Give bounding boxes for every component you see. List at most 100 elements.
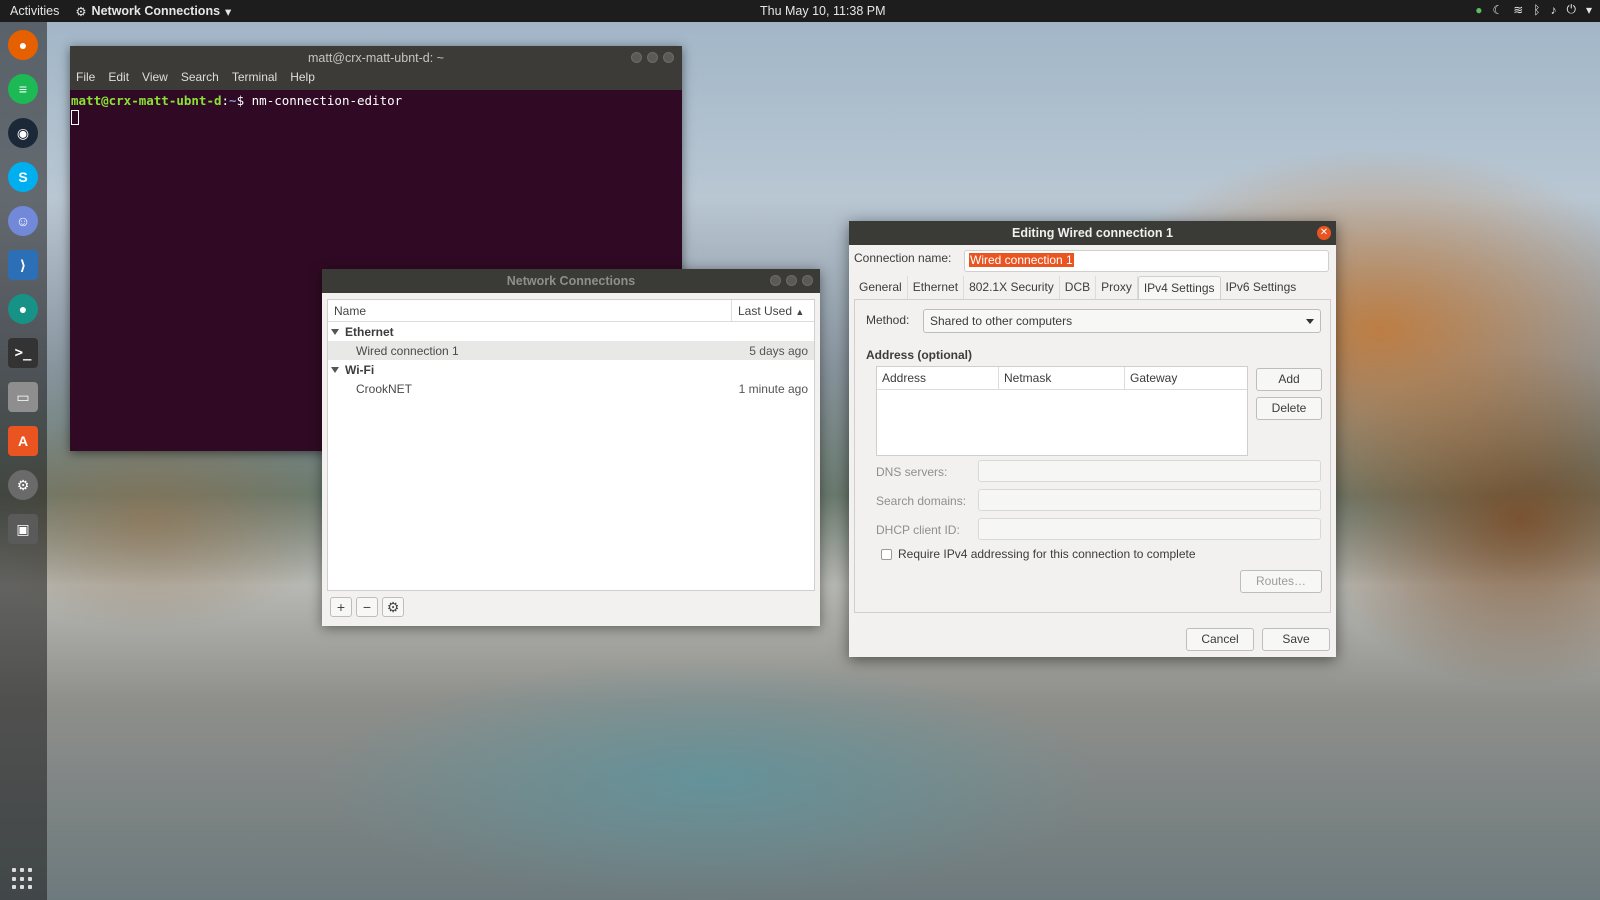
wifi-icon[interactable]: ≋ bbox=[1513, 3, 1523, 17]
clock[interactable]: Thu May 10, 11:38 PM bbox=[760, 4, 886, 18]
connections-list-header: Name Last Used ▲ bbox=[328, 300, 814, 322]
connections-toolbar: + − ⚙ bbox=[330, 597, 404, 617]
firefox-icon[interactable]: ● bbox=[8, 30, 38, 60]
group-label: Wi-Fi bbox=[345, 362, 375, 377]
tab-ipv4-settings[interactable]: IPv4 Settings bbox=[1137, 276, 1221, 299]
menu-file[interactable]: File bbox=[76, 70, 95, 90]
system-tray[interactable]: ● ☾ ≋ ᛒ ♪ ⏻ ▾ bbox=[1475, 2, 1592, 17]
tab-ipv6-settings[interactable]: IPv6 Settings bbox=[1221, 276, 1302, 299]
edit-connection-button[interactable]: ⚙ bbox=[382, 597, 404, 617]
software-center-icon[interactable]: A bbox=[8, 426, 38, 456]
dock: ● ≡ ◉ S ☺ ⟩ ● >_ ▭ A ⚙ ▣ bbox=[0, 22, 47, 900]
address-table[interactable]: Address Netmask Gateway bbox=[876, 366, 1248, 456]
search-domains-label: Search domains: bbox=[876, 494, 967, 508]
chevron-down-icon[interactable]: ▾ bbox=[1586, 3, 1592, 17]
menu-help[interactable]: Help bbox=[290, 70, 315, 90]
maximize-icon[interactable] bbox=[647, 52, 658, 63]
show-applications-icon[interactable] bbox=[12, 868, 34, 890]
add-connection-button[interactable]: + bbox=[330, 597, 352, 617]
settings-tabs: General Ethernet 802.1X Security DCB Pro… bbox=[854, 276, 1331, 300]
connection-name: Wired connection 1 bbox=[356, 343, 459, 358]
connection-name-value: Wired connection 1 bbox=[969, 253, 1074, 267]
method-value: Shared to other computers bbox=[930, 314, 1073, 328]
require-ipv4-checkbox-row[interactable]: Require IPv4 addressing for this connect… bbox=[881, 547, 1196, 561]
add-address-button[interactable]: Add bbox=[1256, 368, 1322, 391]
remove-connection-button[interactable]: − bbox=[356, 597, 378, 617]
terminal-title: matt@crx-matt-ubnt-d: ~ bbox=[308, 51, 444, 65]
search-domains-input[interactable] bbox=[978, 489, 1321, 511]
network-icon: ⚙ bbox=[75, 4, 87, 19]
list-item[interactable]: Wired connection 1 5 days ago bbox=[328, 341, 814, 360]
close-icon[interactable] bbox=[802, 275, 813, 286]
network-connections-icon[interactable]: ▣ bbox=[8, 514, 38, 544]
volume-icon[interactable]: ♪ bbox=[1550, 3, 1556, 17]
terminal-icon[interactable]: >_ bbox=[8, 338, 38, 368]
dhcp-client-id-input[interactable] bbox=[978, 518, 1321, 540]
dns-servers-input[interactable] bbox=[978, 460, 1321, 482]
menu-terminal[interactable]: Terminal bbox=[232, 70, 277, 90]
tab-dcb[interactable]: DCB bbox=[1060, 276, 1097, 299]
column-name-header[interactable]: Name bbox=[328, 300, 732, 321]
dns-servers-label: DNS servers: bbox=[876, 465, 948, 479]
maximize-icon[interactable] bbox=[786, 275, 797, 286]
connection-name-label: Connection name: bbox=[854, 251, 952, 265]
gateway-column-header: Gateway bbox=[1130, 371, 1178, 385]
files-icon[interactable]: ▭ bbox=[8, 382, 38, 412]
top-bar: Activities ⚙ Network Connections ▾ Thu M… bbox=[0, 0, 1600, 22]
tab-ethernet[interactable]: Ethernet bbox=[908, 276, 965, 299]
expander-icon[interactable] bbox=[331, 366, 339, 373]
network-connections-titlebar[interactable]: Network Connections bbox=[322, 269, 820, 293]
discord-icon[interactable]: ☺ bbox=[8, 206, 38, 236]
connection-last-used: 1 minute ago bbox=[738, 381, 808, 396]
app-menu[interactable]: ⚙ Network Connections ▾ bbox=[75, 4, 231, 19]
require-ipv4-checkbox[interactable] bbox=[881, 548, 892, 560]
user-status-icon[interactable]: ● bbox=[1475, 3, 1482, 17]
editing-dialog-titlebar[interactable]: Editing Wired connection 1 ✕ bbox=[849, 221, 1336, 245]
spotify-icon[interactable]: ≡ bbox=[8, 74, 38, 104]
connection-name: CrookNET bbox=[356, 381, 413, 396]
expander-icon[interactable] bbox=[331, 328, 339, 335]
close-icon[interactable] bbox=[663, 52, 674, 63]
tab-8021x-security[interactable]: 802.1X Security bbox=[964, 276, 1060, 299]
delete-address-button[interactable]: Delete bbox=[1256, 397, 1322, 420]
skype-icon[interactable]: S bbox=[8, 162, 38, 192]
steam-icon[interactable]: ◉ bbox=[8, 118, 38, 148]
require-ipv4-label: Require IPv4 addressing for this connect… bbox=[898, 547, 1196, 561]
menu-edit[interactable]: Edit bbox=[108, 70, 129, 90]
terminal-command: nm-connection-editor bbox=[251, 93, 403, 108]
cancel-button[interactable]: Cancel bbox=[1186, 628, 1254, 651]
save-button[interactable]: Save bbox=[1262, 628, 1330, 651]
menu-search[interactable]: Search bbox=[181, 70, 219, 90]
minimize-icon[interactable] bbox=[770, 275, 781, 286]
minimize-icon[interactable] bbox=[631, 52, 642, 63]
column-last-used-header[interactable]: Last Used ▲ bbox=[732, 300, 814, 321]
gitkraken-icon[interactable]: ● bbox=[8, 294, 38, 324]
address-column-header: Address bbox=[877, 367, 999, 389]
chevron-down-icon bbox=[1306, 319, 1314, 324]
method-select[interactable]: Shared to other computers bbox=[923, 309, 1321, 333]
connection-name-input[interactable]: Wired connection 1 bbox=[964, 250, 1329, 272]
list-item[interactable]: CrookNET 1 minute ago bbox=[328, 379, 814, 398]
group-ethernet[interactable]: Ethernet bbox=[328, 322, 814, 341]
chevron-down-icon: ▾ bbox=[225, 4, 232, 19]
ipv4-settings-panel: Method: Shared to other computers Addres… bbox=[854, 300, 1331, 613]
vscode-icon[interactable]: ⟩ bbox=[8, 250, 38, 280]
close-icon[interactable]: ✕ bbox=[1317, 226, 1331, 240]
power-icon[interactable]: ⏻ bbox=[1566, 2, 1576, 17]
bluetooth-icon[interactable]: ᛒ bbox=[1533, 3, 1540, 17]
tab-proxy[interactable]: Proxy bbox=[1096, 276, 1138, 299]
address-section-title: Address (optional) bbox=[866, 348, 973, 362]
address-table-header: Address Netmask Gateway bbox=[877, 367, 1247, 390]
group-wifi[interactable]: Wi-Fi bbox=[328, 360, 814, 379]
dhcp-client-id-label: DHCP client ID: bbox=[876, 523, 960, 537]
night-light-icon[interactable]: ☾ bbox=[1492, 3, 1503, 17]
editing-connection-dialog: Editing Wired connection 1 ✕ Connection … bbox=[849, 221, 1336, 657]
settings-icon[interactable]: ⚙ bbox=[8, 470, 38, 500]
routes-button[interactable]: Routes… bbox=[1240, 570, 1322, 593]
netmask-column-header: Netmask bbox=[999, 367, 1125, 389]
tab-general[interactable]: General bbox=[854, 276, 908, 299]
network-connections-window: Network Connections Name Last Used ▲ Eth… bbox=[322, 269, 820, 626]
method-label: Method: bbox=[866, 313, 910, 327]
menu-view[interactable]: View bbox=[142, 70, 168, 90]
activities-button[interactable]: Activities bbox=[10, 4, 59, 18]
